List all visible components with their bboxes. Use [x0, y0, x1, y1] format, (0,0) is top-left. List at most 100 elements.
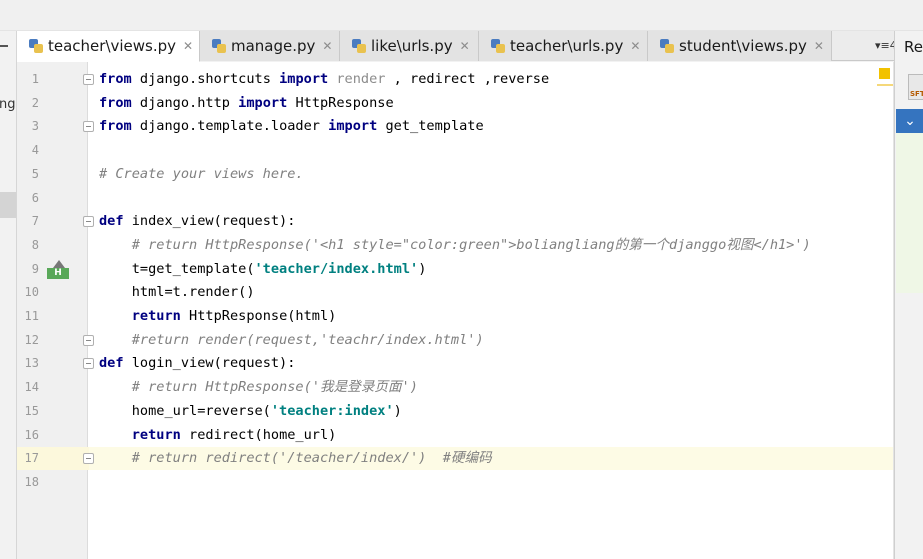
close-icon[interactable]: ✕: [814, 39, 824, 53]
code-text[interactable]: # return HttpResponse('<h1 style="color:…: [99, 234, 811, 257]
project-tree-selection[interactable]: [0, 192, 16, 218]
code-line[interactable]: 18: [17, 471, 894, 494]
code-token: login_view(request):: [123, 355, 296, 372]
fold-marker-icon[interactable]: [83, 74, 94, 85]
project-panel-edge: ngo: [0, 31, 17, 559]
code-token: django.template.loader: [131, 118, 329, 135]
code-line[interactable]: 11 return HttpResponse(html): [17, 305, 894, 328]
code-text[interactable]: #return render(request,'teachr/index.htm…: [99, 329, 484, 352]
code-text[interactable]: from django.http import HttpResponse: [99, 92, 394, 115]
code-line[interactable]: 15 home_url=reverse('teacher:index'): [17, 400, 894, 423]
code-line[interactable]: 2 from django.http import HttpResponse: [17, 92, 894, 115]
fold-marker-icon[interactable]: [83, 358, 94, 370]
line-number: 12: [24, 332, 39, 347]
code-text[interactable]: html=t.render(): [99, 281, 255, 304]
tab-label: student\views.py: [679, 37, 807, 55]
code-token: def: [99, 355, 124, 372]
code-token: redirect(home_url): [180, 426, 337, 443]
line-number: 7: [31, 214, 39, 229]
code-token: HttpResponse: [287, 94, 394, 111]
code-token: #return render(request,'teachr/index.htm…: [99, 331, 484, 348]
code-text[interactable]: home_url=reverse('teacher:index'): [99, 400, 402, 423]
collapse-dash-icon[interactable]: [0, 45, 8, 47]
code-token: # return HttpResponse('<h1 style="color:…: [99, 236, 811, 253]
code-line[interactable]: 8 # return HttpResponse('<h1 style="colo…: [17, 234, 894, 257]
line-number: 16: [24, 427, 39, 442]
tab-label: manage.py: [231, 37, 316, 55]
project-tree-stub[interactable]: ngo: [0, 97, 16, 112]
code-text[interactable]: def index_view(request):: [99, 210, 295, 233]
code-text[interactable]: t=get_template('teacher/index.html'): [99, 258, 427, 281]
code-line[interactable]: 1 from django.shortcuts import render , r…: [17, 68, 894, 91]
sftp-icon[interactable]: SFT: [908, 74, 923, 100]
chevron-down-icon[interactable]: ⌄: [896, 109, 923, 133]
code-line[interactable]: 12 #return render(request,'teachr/index.…: [17, 329, 894, 352]
close-icon[interactable]: ✕: [630, 39, 640, 53]
code-text[interactable]: return HttpResponse(html): [99, 305, 337, 328]
close-icon[interactable]: ✕: [183, 39, 193, 53]
line-number: 4: [31, 143, 39, 158]
tab-label: teacher\views.py: [48, 37, 177, 55]
tab-1[interactable]: manage.py ✕: [200, 31, 340, 61]
code-line[interactable]: 4: [17, 139, 894, 162]
fold-marker-icon[interactable]: [83, 334, 94, 346]
code-line[interactable]: 7 def index_view(request):: [17, 210, 894, 233]
tab-3[interactable]: teacher\urls.py ✕: [479, 31, 648, 61]
panel-title[interactable]: Re: [904, 38, 923, 56]
close-icon[interactable]: ✕: [322, 39, 332, 53]
line-number: 9: [31, 261, 39, 276]
line-number: 15: [24, 403, 39, 418]
code-line[interactable]: 6: [17, 187, 894, 210]
code-text[interactable]: def login_view(request):: [99, 352, 295, 375]
line-number: 3: [31, 119, 39, 134]
code-line[interactable]: 17 # return redirect('/teacher/index/') …: [17, 447, 894, 470]
code-editor[interactable]: 1 from django.shortcuts import render , r…: [17, 62, 894, 559]
fold-marker-icon[interactable]: [83, 453, 94, 465]
code-line[interactable]: 5 # Create your views here.: [17, 163, 894, 186]
tab-0[interactable]: teacher\views.py ✕: [17, 31, 200, 62]
python-file-icon: [351, 38, 367, 54]
tab-4[interactable]: student\views.py ✕: [648, 31, 832, 61]
line-number: 6: [31, 190, 39, 205]
code-token: return: [131, 308, 181, 324]
code-token: import: [238, 94, 288, 111]
remote-host-panel: Re SFT ⌄: [894, 31, 923, 559]
code-token: index_view(request):: [123, 213, 296, 230]
code-text[interactable]: # return redirect('/teacher/index/') #硬编…: [99, 447, 492, 470]
code-token: 'teacher/index.html': [254, 260, 419, 277]
code-line[interactable]: 3 from django.template.loader import get_…: [17, 115, 894, 138]
close-icon[interactable]: ✕: [460, 39, 470, 53]
code-text[interactable]: from django.template.loader import get_t…: [99, 115, 484, 138]
code-text[interactable]: return redirect(home_url): [99, 424, 337, 447]
code-text[interactable]: from django.shortcuts import render , re…: [99, 68, 549, 91]
python-file-icon: [211, 38, 227, 54]
line-number: 10: [24, 285, 39, 300]
code-token: from: [99, 71, 132, 87]
code-token: ): [393, 402, 402, 419]
code-text[interactable]: # Create your views here.: [99, 163, 304, 186]
tab-label: like\urls.py: [371, 37, 453, 55]
fold-marker-icon[interactable]: [83, 216, 94, 228]
tab-2[interactable]: like\urls.py ✕: [340, 31, 479, 61]
window-top-strip: [0, 0, 923, 31]
line-number: 13: [24, 356, 39, 371]
code-line[interactable]: 13 def login_view(request):: [17, 352, 894, 375]
code-line[interactable]: 14 # return HttpResponse('我是登录页面'): [17, 376, 894, 399]
code-line[interactable]: 9H t=get_template('teacher/index.html'): [17, 258, 894, 281]
code-token: home_url=reverse(: [99, 402, 271, 419]
bookmark-icon[interactable]: H: [47, 259, 69, 279]
code-token: , redirect ,reverse: [385, 71, 550, 87]
code-line[interactable]: 10 html=t.render(): [17, 281, 894, 304]
code-line[interactable]: 16 return redirect(home_url): [17, 424, 894, 447]
code-token: import: [279, 71, 329, 87]
code-token: ): [418, 260, 427, 277]
line-number: 11: [24, 309, 39, 323]
code-token: # return HttpResponse('我是登录页面'): [99, 379, 418, 396]
code-token: HttpResponse(html): [180, 308, 337, 324]
fold-marker-icon[interactable]: [83, 121, 94, 133]
editor-tab-bar: ▾≡4 teacher\views.py ✕ manage.py ✕ like\urls…: [17, 31, 897, 62]
code-token: import: [328, 118, 378, 135]
code-text[interactable]: # return HttpResponse('我是登录页面'): [99, 376, 418, 399]
